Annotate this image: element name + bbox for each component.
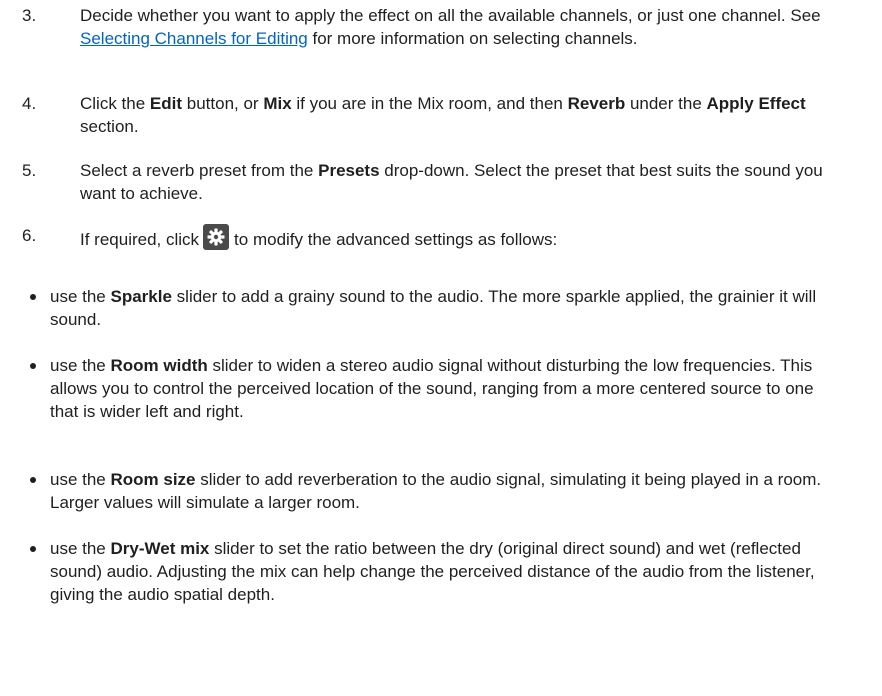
bullet-text-segment: use the [50,470,111,489]
step-text: Select a reverb preset from the Presets … [80,159,862,205]
step-text: If required, click to modify the advanced… [80,224,862,251]
bullet-text: use the Room size slider to add reverber… [50,468,846,514]
mix-button-label: Mix [263,94,292,113]
reverb-label: Reverb [567,94,626,113]
step-3: 3. Decide whether you want to apply the … [22,4,862,50]
bullet-text-segment: use the [50,287,111,306]
step-6: 6. If required, click to modify the advan… [22,224,862,251]
step-number: 6. [22,226,37,245]
step-text-segment: Select a reverb preset from the [80,161,319,180]
step-number: 4. [22,94,37,113]
step-text-segment: button, or [182,94,264,113]
bullet-text: use the Sparkle slider to add a grainy s… [50,285,846,331]
step-text: Click the Edit button, or Mix if you are… [80,92,862,138]
step-text-segment: for more information on selecting channe… [307,29,638,48]
bullet-dot [30,363,36,369]
bullet-room-size: use the Room size slider to add reverber… [30,468,862,514]
bullet-text-segment: use the [50,539,111,558]
bullet-room-width: use the Room width slider to widen a ste… [30,354,862,423]
step-5: 5. Select a reverb preset from the Prese… [22,159,862,205]
step-text-segment: if you are in the Mix room, and then [291,94,568,113]
dry-wet-mix-label: Dry-Wet mix [110,539,210,558]
room-width-label: Room width [110,356,208,375]
bullet-dot [30,294,36,300]
bullet-dot [30,546,36,552]
edit-button-label: Edit [149,94,183,113]
step-text-segment: to modify the advanced settings as follo… [234,230,558,249]
step-text-segment: If required, click [80,230,200,249]
step-text-segment: section. [80,117,139,136]
room-size-label: Room size [110,470,196,489]
step-text-segment: under the [625,94,707,113]
bullet-dot [30,477,36,483]
bullet-text-segment: use the [50,356,111,375]
gear-icon [203,224,230,250]
bullet-dry-wet-mix: use the Dry-Wet mix slider to set the ra… [30,537,862,606]
step-text: Decide whether you want to apply the eff… [80,4,862,50]
apply-effect-label: Apply Effect [706,94,806,113]
bullet-sparkle: use the Sparkle slider to add a grainy s… [30,285,862,331]
presets-label: Presets [318,161,380,180]
bullet-text: use the Room width slider to widen a ste… [50,354,846,423]
step-number: 5. [22,161,37,180]
bullet-text: use the Dry-Wet mix slider to set the ra… [50,537,846,606]
step-text-segment: Decide whether you want to apply the eff… [80,6,821,25]
step-text-segment: Click the [80,94,150,113]
step-4: 4. Click the Edit button, or Mix if you … [22,92,862,138]
sparkle-label: Sparkle [110,287,172,306]
step-number: 3. [22,6,37,25]
selecting-channels-link[interactable]: Selecting Channels for Editing [80,29,308,48]
gear-icon-glyph [207,228,225,246]
